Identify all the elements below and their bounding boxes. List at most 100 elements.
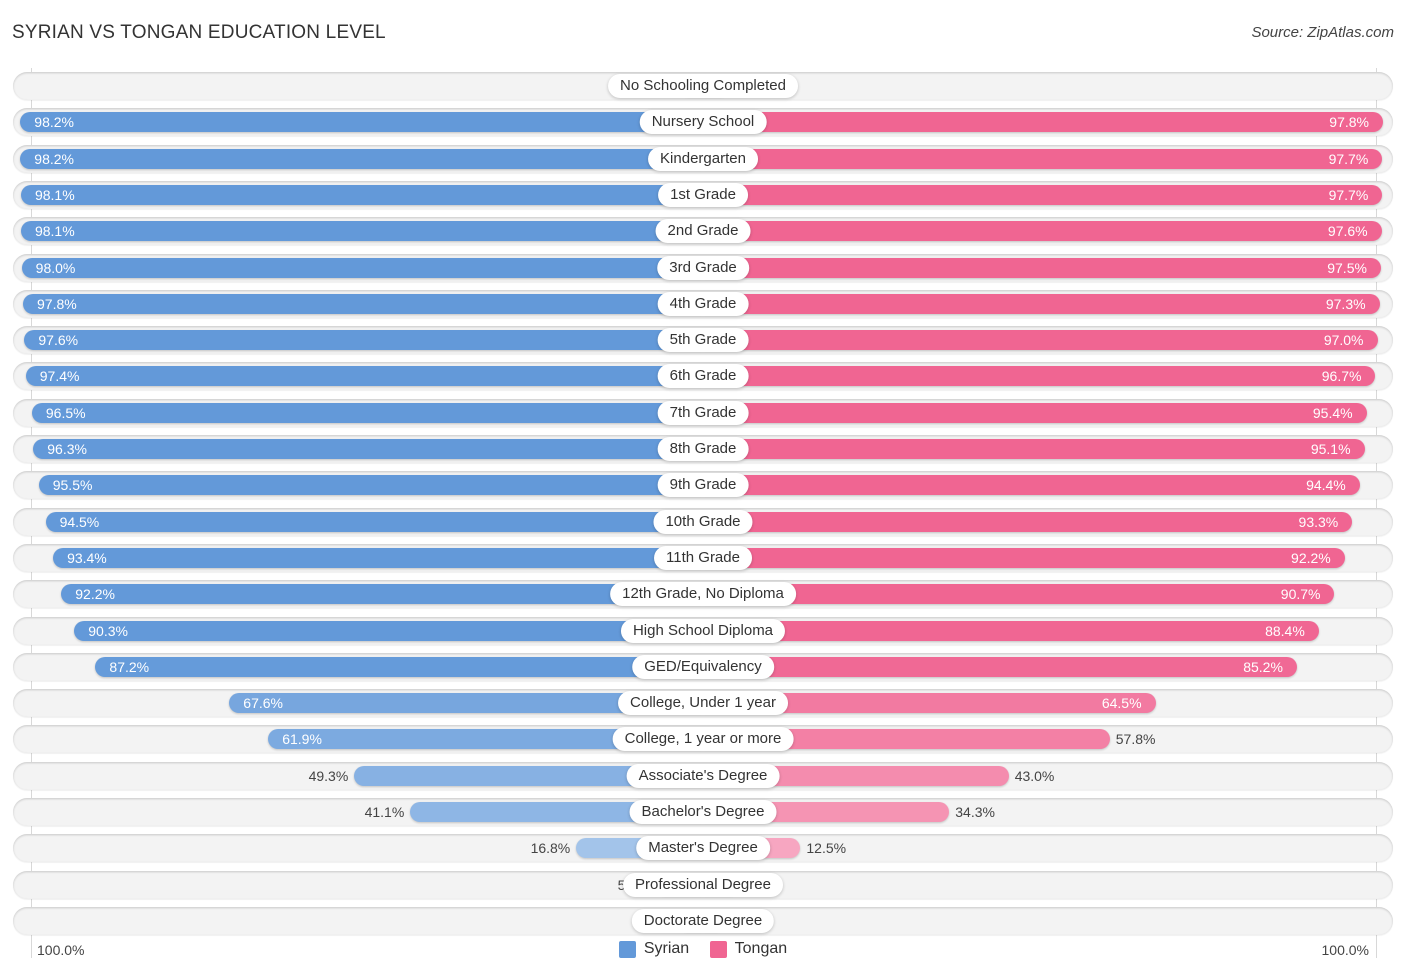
category-label-kindergarten: Kindergarten [648,146,758,171]
category-label-3rd-grade: 3rd Grade [657,255,749,280]
value-label-syrian-4th-grade: 97.8% [37,295,77,312]
value-label-tongan-2nd-grade: 97.6% [1327,223,1368,240]
chart-area: 1.9%2.3%No Schooling Completed98.2%97.8%… [0,0,1406,975]
bar-tongan-8th-grade[interactable] [703,439,1365,459]
bar-tongan-ged-equivalency[interactable] [703,656,1297,677]
value-label-tongan-high-school-diploma: 88.4% [1265,622,1305,639]
bar-syrian-kindergarten[interactable] [20,148,703,169]
value-label-syrian-10th-grade: 94.5% [59,513,100,530]
value-label-tongan-3rd-grade: 97.5% [1327,259,1367,276]
bar-syrian-8th-grade[interactable] [33,439,703,459]
value-label-syrian-associate-s-degree: 49.3% [308,767,349,784]
value-label-syrian-9th-grade: 95.5% [52,477,93,494]
value-label-tongan-bachelor-s-degree: 34.3% [955,804,995,820]
value-label-syrian-high-school-diploma: 90.3% [88,622,128,639]
value-label-tongan-9th-grade: 94.4% [1306,477,1346,494]
bar-tongan-6th-grade[interactable] [703,366,1376,387]
value-label-syrian-college-under-1-year: 67.6% [243,695,283,712]
bar-syrian-10th-grade[interactable] [45,511,703,532]
value-label-tongan-associate-s-degree: 43.0% [1014,767,1055,784]
bar-tongan-high-school-diploma[interactable] [703,620,1319,641]
value-label-syrian-nursery-school: 98.2% [34,114,74,131]
value-label-tongan-nursery-school: 97.8% [1329,114,1369,131]
value-label-syrian-bachelor-s-degree: 41.1% [364,804,405,820]
value-label-syrian-8th-grade: 96.3% [47,441,87,457]
bar-tongan-nursery-school[interactable] [703,112,1383,133]
value-label-tongan-college-under-1-year: 64.5% [1101,695,1142,712]
bar-tongan-1st-grade[interactable] [703,184,1383,205]
category-label-9th-grade: 9th Grade [657,473,749,498]
bar-tongan-5th-grade[interactable] [703,330,1378,351]
bar-syrian-1st-grade[interactable] [20,184,703,205]
bar-syrian-high-school-diploma[interactable] [74,620,703,641]
value-label-tongan-10th-grade: 93.3% [1298,513,1339,530]
category-label-master-s-degree: Master's Degree [636,836,770,861]
value-label-syrian-ged-equivalency: 87.2% [109,658,150,675]
category-label-professional-degree: Professional Degree [623,872,783,897]
bar-tongan-10th-grade[interactable] [703,511,1353,532]
bar-tongan-4th-grade[interactable] [703,293,1380,314]
bar-syrian-ged-equivalency[interactable] [95,656,703,677]
category-label-4th-grade: 4th Grade [657,291,749,316]
bar-syrian-6th-grade[interactable] [25,366,703,387]
category-label-associate-s-degree: Associate's Degree [626,763,780,788]
category-label-1st-grade: 1st Grade [658,182,748,207]
legend: Syrian Tongan [0,940,1406,963]
legend-item-tongan[interactable]: Tongan [709,940,788,958]
bar-syrian-9th-grade[interactable] [38,475,703,496]
value-label-syrian-12th-grade-no-diploma: 92.2% [75,586,115,603]
bar-syrian-2nd-grade[interactable] [20,221,703,242]
category-label-bachelor-s-degree: Bachelor's Degree [629,800,777,824]
category-label-7th-grade: 7th Grade [657,400,749,425]
value-label-syrian-1st-grade: 98.1% [34,186,75,203]
bar-tongan-11th-grade[interactable] [703,547,1345,568]
bar-syrian-nursery-school[interactable] [20,112,703,133]
category-label-no-schooling-completed: No Schooling Completed [608,74,798,98]
bar-tongan-2nd-grade[interactable] [703,221,1382,242]
value-label-syrian-3rd-grade: 98.0% [35,259,76,276]
value-label-syrian-7th-grade: 96.5% [45,404,86,421]
category-label-6th-grade: 6th Grade [657,364,749,389]
legend-swatch-tongan [709,940,727,958]
category-label-college-under-1-year: College, Under 1 year [618,691,788,716]
category-label-2nd-grade: 2nd Grade [655,219,751,244]
category-label-10th-grade: 10th Grade [653,509,753,534]
value-label-syrian-kindergarten: 98.2% [34,150,74,167]
bar-tongan-kindergarten[interactable] [703,148,1383,169]
bar-syrian-5th-grade[interactable] [24,330,703,351]
category-label-5th-grade: 5th Grade [657,328,749,353]
category-label-college-1-year-or-more: College, 1 year or more [612,727,794,752]
category-label-12th-grade-no-diploma: 12th Grade, No Diploma [610,582,796,607]
category-label-ged-equivalency: GED/Equivalency [632,654,774,679]
category-label-8th-grade: 8th Grade [657,437,749,461]
value-label-syrian-2nd-grade: 98.1% [34,223,75,240]
value-label-syrian-6th-grade: 97.4% [39,368,80,385]
value-label-tongan-college-1-year-or-more: 57.8% [1115,731,1156,748]
legend-item-syrian[interactable]: Syrian [618,940,689,958]
category-label-nursery-school: Nursery School [639,110,767,135]
value-label-tongan-7th-grade: 95.4% [1312,404,1353,421]
bar-syrian-3rd-grade[interactable] [21,257,703,278]
value-label-syrian-master-s-degree: 16.8% [530,840,571,857]
value-label-tongan-master-s-degree: 12.5% [806,840,847,857]
value-label-tongan-6th-grade: 96.7% [1321,368,1362,385]
value-label-syrian-11th-grade: 93.4% [67,549,107,566]
value-label-tongan-12th-grade-no-diploma: 90.7% [1280,586,1321,603]
bar-syrian-12th-grade-no-diploma[interactable] [61,584,703,605]
value-label-tongan-4th-grade: 97.3% [1325,295,1366,312]
category-label-11th-grade: 11th Grade [654,545,752,570]
bar-syrian-4th-grade[interactable] [23,293,703,314]
bar-syrian-7th-grade[interactable] [31,402,703,423]
legend-label-tongan: Tongan [734,940,788,957]
bar-tongan-3rd-grade[interactable] [703,257,1381,278]
value-label-tongan-8th-grade: 95.1% [1310,441,1351,457]
bar-tongan-7th-grade[interactable] [703,402,1367,423]
bar-tongan-12th-grade-no-diploma[interactable] [703,584,1335,605]
category-label-high-school-diploma: High School Diploma [620,618,786,643]
value-label-tongan-1st-grade: 97.7% [1328,186,1369,203]
bar-tongan-9th-grade[interactable] [703,475,1360,496]
bar-syrian-11th-grade[interactable] [53,547,703,568]
legend-swatch-syrian [618,940,636,958]
value-label-tongan-kindergarten: 97.7% [1328,150,1369,167]
value-label-tongan-11th-grade: 92.2% [1291,549,1331,566]
